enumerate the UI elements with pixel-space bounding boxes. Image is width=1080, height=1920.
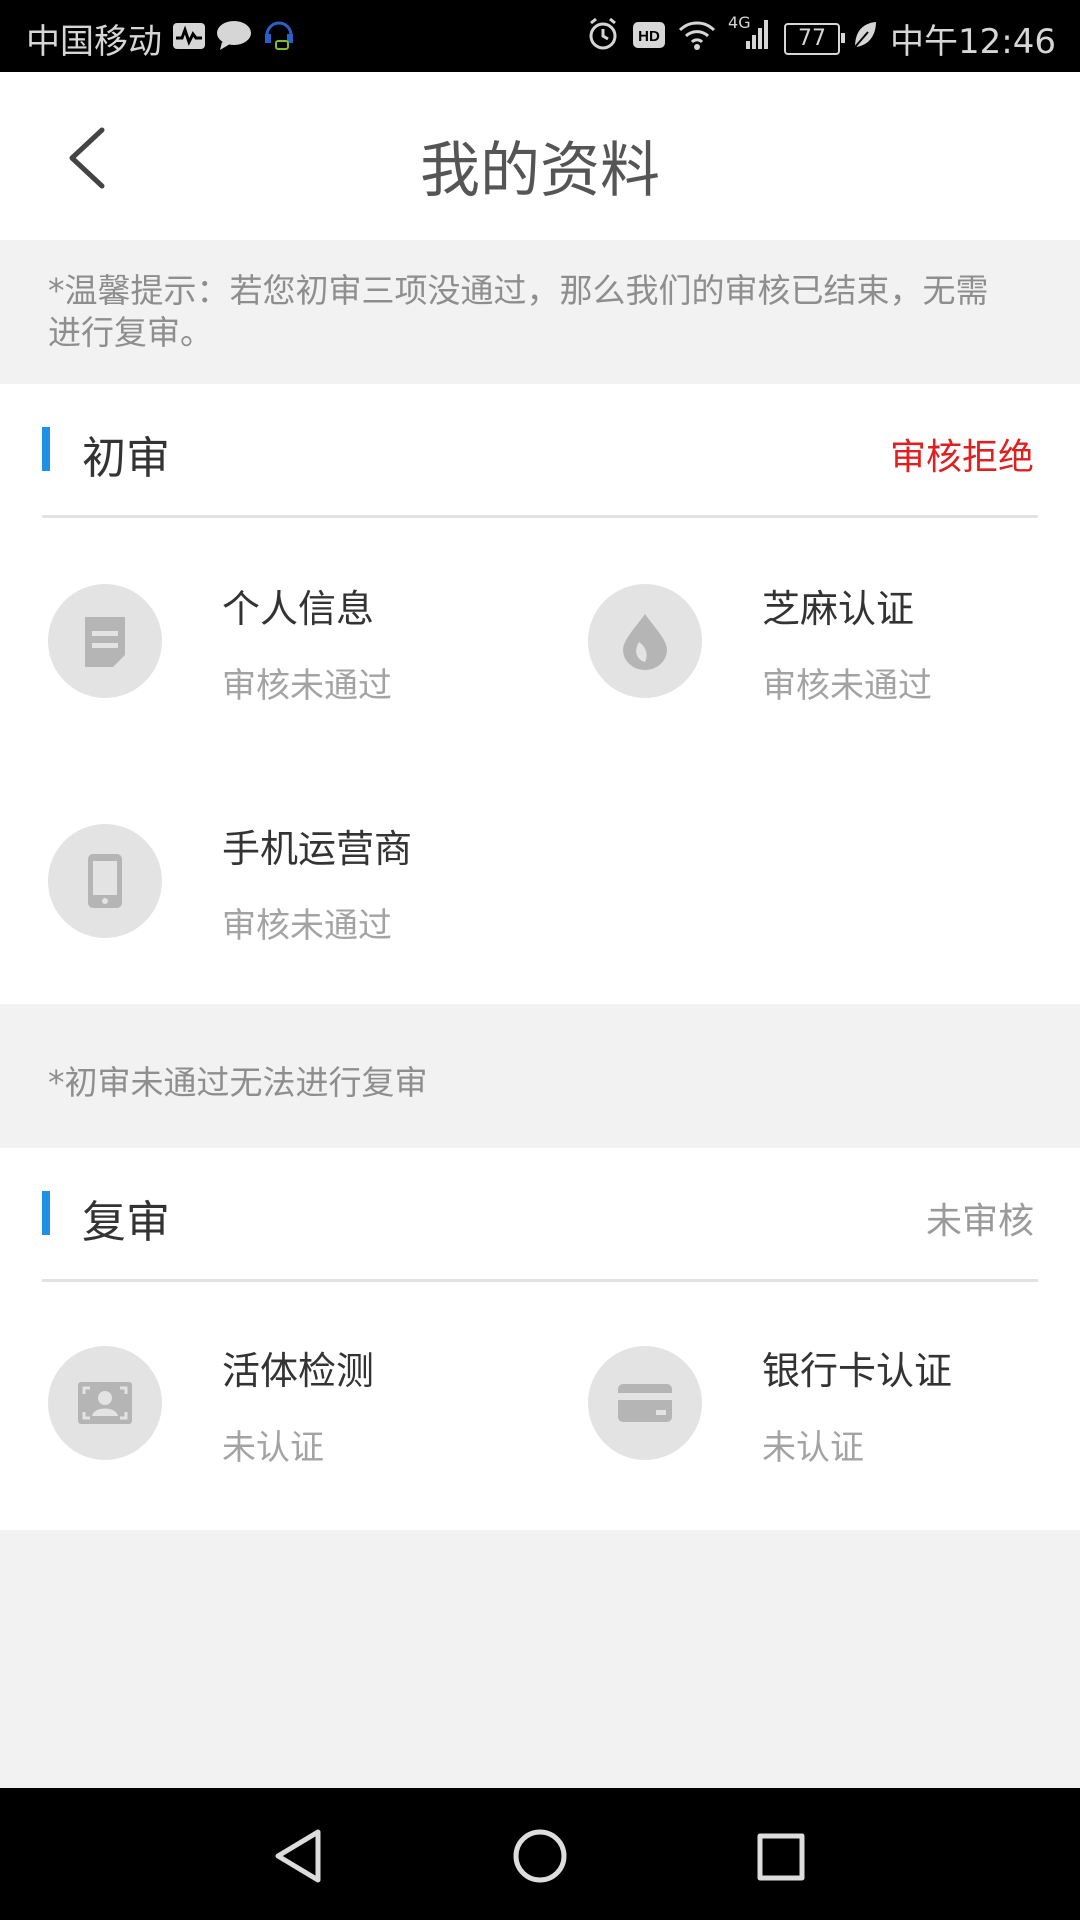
divider bbox=[42, 515, 1038, 518]
battery-icon: 77 bbox=[784, 22, 846, 55]
square-recents-icon bbox=[757, 1833, 805, 1881]
item-label: 活体检测 bbox=[222, 1349, 375, 1393]
phone-icon bbox=[48, 824, 162, 938]
alarm-icon bbox=[586, 17, 620, 60]
nav-back-button[interactable] bbox=[268, 1824, 332, 1888]
nav-home-button[interactable] bbox=[508, 1824, 572, 1888]
bank-card-item[interactable]: 银行卡认证 未认证 bbox=[540, 1316, 1080, 1516]
battery-level: 77 bbox=[798, 26, 827, 51]
bank-card-icon bbox=[588, 1346, 702, 1460]
initial-review-status: 审核拒绝 bbox=[889, 437, 1034, 478]
message-bubble-icon bbox=[216, 19, 252, 59]
initial-review-title: 初审 bbox=[82, 433, 170, 484]
item-label: 芝麻认证 bbox=[762, 587, 915, 631]
section-accent-bar bbox=[42, 1191, 50, 1235]
wifi-icon bbox=[678, 18, 716, 59]
review-note-text: *初审未通过无法进行复审 bbox=[48, 1063, 428, 1102]
app-header: 我的资料 bbox=[0, 72, 1080, 240]
svg-text:HD: HD bbox=[638, 28, 660, 45]
cellular-signal-icon: 4G bbox=[728, 13, 772, 60]
leaf-icon bbox=[852, 19, 878, 59]
sesame-drop-icon bbox=[588, 584, 702, 698]
system-nav-bar bbox=[0, 1788, 1080, 1920]
triangle-back-icon bbox=[275, 1829, 321, 1883]
face-scan-icon bbox=[48, 1346, 162, 1460]
item-state: 审核未通过 bbox=[222, 666, 392, 706]
second-review-header: 复审 未审核 bbox=[0, 1148, 1080, 1282]
item-label: 手机运营商 bbox=[222, 827, 413, 871]
item-label: 个人信息 bbox=[222, 587, 375, 631]
circle-home-icon bbox=[513, 1829, 567, 1883]
activity-monitor-icon bbox=[172, 19, 206, 59]
initial-review-header: 初审 审核拒绝 bbox=[0, 384, 1080, 518]
tip-banner: *温馨提示：若您初审三项没通过，那么我们的审核已结束，无需进行复审。 bbox=[0, 240, 1080, 384]
second-review-section: 复审 未审核 活体检测 未认证 银行卡认证 未认证 bbox=[0, 1148, 1080, 1530]
tip-text: *温馨提示：若您初审三项没通过，那么我们的审核已结束，无需进行复审。 bbox=[48, 271, 989, 352]
document-icon bbox=[48, 584, 162, 698]
item-label: 银行卡认证 bbox=[762, 1349, 953, 1393]
item-state: 未认证 bbox=[762, 1428, 864, 1468]
personal-info-item[interactable]: 个人信息 审核未通过 bbox=[0, 554, 540, 754]
status-bar: 中国移动 HD 4G 77 中午12:46 bbox=[0, 0, 1080, 72]
divider bbox=[42, 1279, 1038, 1282]
network-type-label: 4G bbox=[728, 13, 751, 32]
hd-icon: HD bbox=[632, 19, 666, 59]
page-title: 我的资料 bbox=[420, 136, 660, 206]
sesame-cert-item[interactable]: 芝麻认证 审核未通过 bbox=[540, 554, 1080, 754]
initial-review-section: 初审 审核拒绝 个人信息 审核未通过 芝麻认证 审核未通过 手机运营商 审核未通… bbox=[0, 384, 1080, 1004]
liveness-detection-item[interactable]: 活体检测 未认证 bbox=[0, 1316, 540, 1516]
second-review-status: 未审核 bbox=[925, 1201, 1034, 1242]
item-state: 未认证 bbox=[222, 1428, 324, 1468]
carrier-label: 中国移动 bbox=[26, 22, 162, 62]
second-review-title: 复审 bbox=[82, 1197, 170, 1248]
mobile-carrier-item[interactable]: 手机运营商 审核未通过 bbox=[0, 794, 540, 994]
nav-recents-button[interactable] bbox=[748, 1824, 812, 1888]
headset-notification-icon bbox=[262, 17, 296, 60]
item-state: 审核未通过 bbox=[762, 666, 932, 706]
clock-label: 中午12:46 bbox=[890, 22, 1056, 62]
review-note-banner: *初审未通过无法进行复审 bbox=[0, 1004, 1080, 1148]
section-accent-bar bbox=[42, 427, 50, 471]
item-state: 审核未通过 bbox=[222, 906, 392, 946]
